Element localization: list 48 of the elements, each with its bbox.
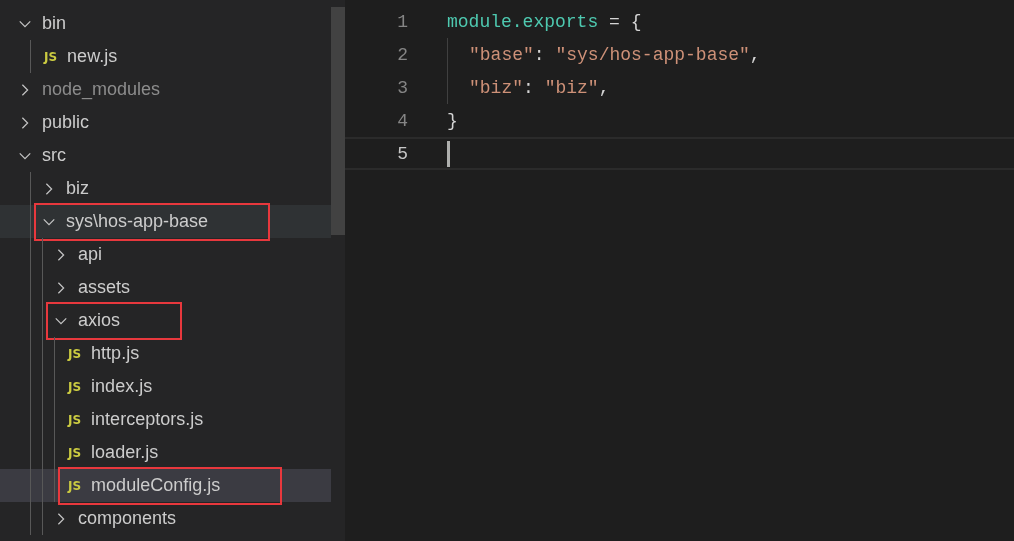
file-name: src: [42, 145, 66, 166]
file-type-icon: JS: [68, 445, 82, 460]
scrollbar[interactable]: [331, 7, 345, 235]
file-item[interactable]: JS moduleConfig.js: [0, 469, 331, 502]
file-name: index.js: [91, 376, 153, 397]
file-name: components: [78, 508, 177, 529]
code-line: "base": "sys/hos-app-base",: [468, 44, 761, 65]
text-cursor: [447, 140, 450, 167]
file-name: http.js: [91, 343, 140, 364]
line-number: 1: [396, 11, 408, 32]
file-name: loader.js: [91, 442, 159, 463]
code-line: }: [447, 110, 458, 131]
file-item[interactable]: JS index.js: [0, 370, 331, 403]
folder-item[interactable]: assets: [0, 271, 331, 304]
folder-item[interactable]: sys\hos-app-base: [0, 205, 331, 238]
code-editor[interactable]: 1 module.exports = { 2 "base": "sys/hos-app-base", 3 "biz": "biz", 4 } 5: [345, 0, 1014, 541]
file-name: biz: [66, 178, 89, 199]
file-type-icon: JS: [68, 379, 82, 394]
file-name: node_modules: [42, 79, 161, 100]
file-item[interactable]: JS new.js: [0, 40, 331, 73]
folder-item[interactable]: api: [0, 238, 331, 271]
line-number: 2: [396, 44, 408, 65]
line-number: 4: [396, 110, 408, 131]
file-name: sys\hos-app-base: [66, 211, 209, 232]
file-name: public: [42, 112, 90, 133]
file-name: new.js: [67, 46, 118, 67]
folder-item[interactable]: src: [0, 139, 331, 172]
folder-item[interactable]: components: [0, 502, 331, 535]
folder-item[interactable]: axios: [0, 304, 331, 337]
file-name: assets: [78, 277, 131, 298]
line-number: 3: [396, 77, 408, 98]
file-type-icon: JS: [68, 412, 82, 427]
file-name: api: [78, 244, 103, 265]
line-number: 5: [396, 143, 408, 164]
file-type-icon: JS: [68, 478, 82, 493]
file-name: interceptors.js: [91, 409, 204, 430]
file-name: bin: [42, 13, 67, 34]
folder-item[interactable]: public: [0, 106, 331, 139]
code-line: "biz": "biz",: [468, 77, 610, 98]
file-type-icon: JS: [68, 346, 82, 361]
code-line: module.exports = {: [447, 11, 642, 32]
file-name: axios: [78, 310, 121, 331]
file-item[interactable]: JS interceptors.js: [0, 403, 331, 436]
folder-item[interactable]: bin: [0, 7, 331, 40]
file-name: moduleConfig.js: [91, 475, 221, 496]
folder-item[interactable]: node_modules: [0, 73, 331, 106]
file-type-icon: JS: [44, 49, 58, 64]
file-item[interactable]: JS http.js: [0, 337, 331, 370]
